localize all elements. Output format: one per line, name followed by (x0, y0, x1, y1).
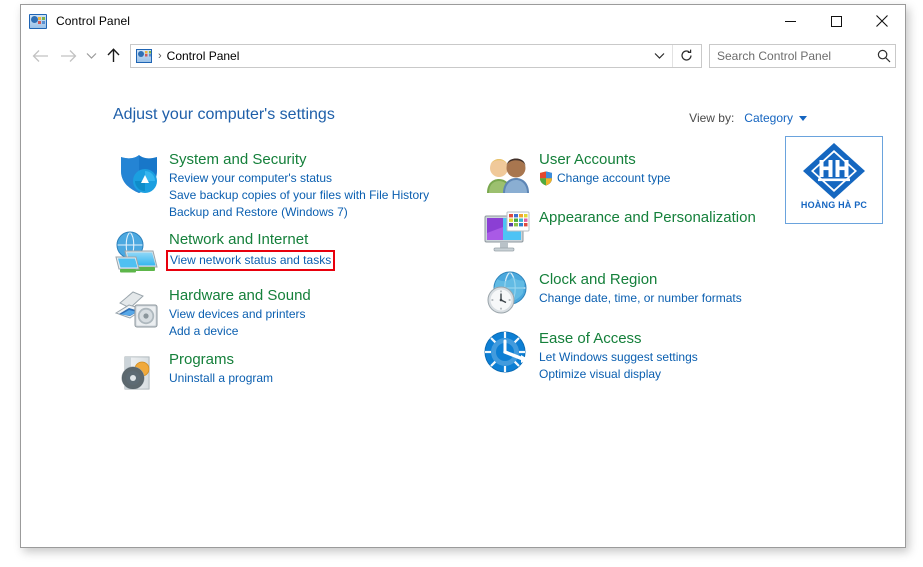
category-link[interactable]: View devices and printers (169, 306, 311, 323)
maximize-button[interactable] (813, 5, 859, 37)
category-title[interactable]: Clock and Region (539, 270, 742, 290)
window-controls (767, 5, 905, 37)
content-area: Adjust your computer's settings View by:… (21, 74, 905, 547)
search-box[interactable] (709, 43, 896, 68)
category-link[interactable]: Save backup copies of your files with Fi… (169, 187, 429, 204)
highlight-box: View network status and tasks (166, 250, 336, 271)
category-link[interactable]: Review your computer's status (169, 170, 429, 187)
category-link[interactable]: Let Windows suggest settings (539, 349, 698, 366)
address-dropdown-chevron-down-icon[interactable] (647, 45, 671, 67)
category-network-and-internet[interactable]: Network and Internet View network status… (113, 229, 463, 277)
category-link[interactable]: Change date, time, or number formats (539, 290, 742, 307)
category-title[interactable]: Network and Internet (169, 230, 308, 250)
search-icon[interactable] (877, 49, 891, 63)
category-body: System and Security Review your computer… (169, 149, 429, 221)
category-link-label: Change account type (557, 171, 671, 185)
category-body: Programs Uninstall a program (169, 349, 273, 397)
programs-icon (113, 349, 161, 397)
breadcrumb-separator: › (158, 49, 162, 62)
category-title[interactable]: Ease of Access (539, 329, 698, 349)
watermark-text: HOÀNG HÀ PC (800, 200, 868, 210)
breadcrumb-control-panel-icon (136, 48, 152, 63)
page-title: Adjust your computer's settings (113, 106, 335, 123)
category-link-change-account-type[interactable]: Change account type (539, 170, 670, 187)
category-link-highlighted[interactable]: View network status and tasks (170, 252, 331, 269)
category-link[interactable]: Uninstall a program (169, 370, 273, 387)
breadcrumb-control-panel[interactable]: Control Panel (167, 49, 240, 63)
category-clock-and-region[interactable]: Clock and Region Change date, time, or n… (483, 269, 823, 317)
hoang-ha-pc-diamond-logo-icon (799, 140, 869, 202)
view-by-control: View by: Category (689, 111, 807, 125)
category-title[interactable]: System and Security (169, 150, 429, 170)
category-link[interactable]: Backup and Restore (Windows 7) (169, 204, 429, 221)
category-title[interactable]: Programs (169, 350, 273, 370)
right-column: User Accounts Change account type Appear… (483, 149, 823, 406)
category-hardware-and-sound[interactable]: Hardware and Sound View devices and prin… (113, 285, 463, 340)
category-title[interactable]: Hardware and Sound (169, 286, 311, 306)
minimize-button[interactable] (767, 5, 813, 37)
network-and-internet-icon (113, 229, 161, 277)
screen: Control Panel › Control Panel Search Con… (0, 0, 923, 567)
recent-locations-chevron-down-icon[interactable] (82, 42, 100, 70)
highlighted-link-wrap: View network status and tasks (166, 250, 336, 271)
category-body: Appearance and Personalization (539, 207, 756, 255)
user-accounts-icon (483, 149, 531, 197)
up-arrow-icon[interactable] (100, 42, 126, 70)
navigation-bar: › Control Panel (21, 37, 905, 74)
clock-and-region-icon (483, 269, 531, 317)
watermark-logo: HOÀNG HÀ PC (785, 136, 883, 224)
category-programs[interactable]: Programs Uninstall a program (113, 349, 463, 397)
category-body: Clock and Region Change date, time, or n… (539, 269, 742, 317)
category-body: Ease of Access Let Windows suggest setti… (539, 328, 698, 383)
category-title[interactable]: Appearance and Personalization (539, 208, 756, 228)
category-body: User Accounts Change account type (539, 149, 670, 197)
view-by-chevron-down-icon[interactable] (799, 115, 807, 121)
appearance-and-personalization-icon (483, 207, 531, 255)
refresh-icon[interactable] (672, 44, 700, 67)
view-by-value[interactable]: Category (744, 111, 793, 125)
window-title: Control Panel (56, 14, 131, 28)
category-body: Hardware and Sound View devices and prin… (169, 285, 311, 340)
category-columns: System and Security Review your computer… (21, 149, 905, 406)
control-panel-window: Control Panel › Control Panel Search Con… (20, 4, 906, 548)
left-column: System and Security Review your computer… (113, 149, 463, 406)
view-by-label: View by: (689, 111, 735, 125)
system-and-security-icon (113, 149, 161, 197)
ease-of-access-icon (483, 328, 531, 376)
title-bar: Control Panel (21, 5, 905, 37)
category-ease-of-access[interactable]: Ease of Access Let Windows suggest setti… (483, 328, 823, 383)
close-button[interactable] (859, 5, 905, 37)
uac-shield-icon (539, 171, 553, 186)
hardware-and-sound-icon (113, 285, 161, 333)
address-bar[interactable]: › Control Panel (130, 43, 702, 68)
control-panel-icon (29, 13, 47, 29)
category-link[interactable]: Add a device (169, 323, 311, 340)
category-appearance-and-personalization[interactable]: Appearance and Personalization (483, 207, 823, 255)
back-arrow-icon[interactable] (26, 42, 54, 70)
category-body: Network and Internet View network status… (166, 229, 336, 277)
search-input[interactable] (717, 48, 877, 63)
category-system-and-security[interactable]: System and Security Review your computer… (113, 149, 463, 221)
forward-arrow-icon[interactable] (54, 42, 82, 70)
category-title[interactable]: User Accounts (539, 150, 670, 170)
category-link[interactable]: Optimize visual display (539, 366, 698, 383)
category-user-accounts[interactable]: User Accounts Change account type (483, 149, 823, 197)
